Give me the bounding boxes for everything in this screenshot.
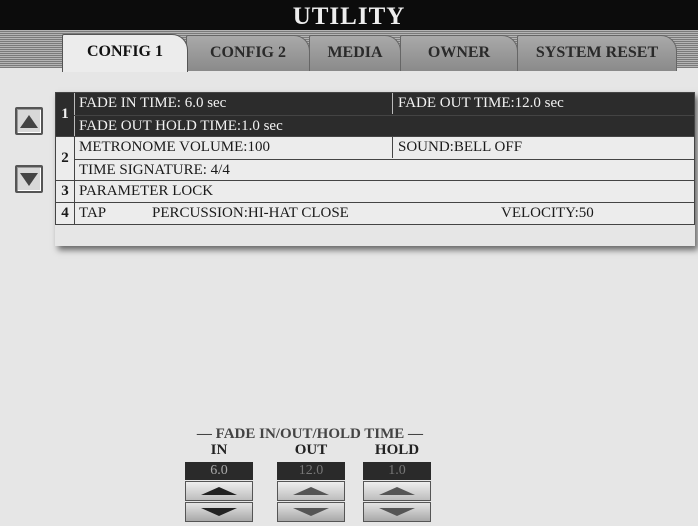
fade-panel-title: — FADE IN/OUT/HOLD TIME —	[196, 426, 424, 442]
tap-velocity: VELOCITY:50	[501, 205, 594, 221]
screen-title: UTILITY	[0, 0, 698, 30]
fade-in-up-button[interactable]	[185, 481, 253, 501]
fade-out-time: FADE OUT TIME:12.0 sec	[392, 93, 564, 114]
fade-in-down-button[interactable]	[185, 502, 253, 522]
fade-hold-down-button[interactable]	[363, 502, 431, 522]
scroll-down-button[interactable]	[15, 165, 43, 193]
arrow-down-icon	[379, 508, 415, 516]
fade-out-control: OUT 12.0	[277, 442, 345, 522]
parameter-lock-row[interactable]: PARAMETER LOCK	[74, 181, 694, 202]
fade-out-down-button[interactable]	[277, 502, 345, 522]
tab-config-2[interactable]: CONFIG 2	[186, 35, 310, 71]
fade-out-label: OUT	[294, 442, 328, 458]
tab-system-reset[interactable]: SYSTEM RESET	[517, 35, 677, 71]
list-group-1[interactable]: 1 FADE IN TIME: 6.0 sec FADE OUT TIME:12…	[55, 92, 695, 137]
triangle-down-icon	[20, 172, 38, 186]
metronome-row[interactable]: METRONOME VOLUME:100 SOUND:BELL OFF	[74, 137, 694, 158]
tab-config-1[interactable]: CONFIG 1	[62, 34, 188, 72]
group-number: 2	[56, 137, 75, 180]
list-group-2[interactable]: 2 METRONOME VOLUME:100 SOUND:BELL OFF TI…	[55, 136, 695, 181]
arrow-down-icon	[201, 508, 237, 516]
group-number: 3	[56, 181, 75, 202]
tap-percussion: PERCUSSION:HI-HAT CLOSE	[152, 205, 349, 221]
arrow-up-icon	[293, 487, 329, 495]
fade-hold-up-button[interactable]	[363, 481, 431, 501]
fade-out-value: 12.0	[277, 462, 345, 480]
fade-time-panel: — FADE IN/OUT/HOLD TIME — IN 6.0 OUT 12.…	[165, 426, 465, 526]
metronome-volume: METRONOME VOLUME:100	[79, 139, 270, 155]
arrow-up-icon	[379, 487, 415, 495]
fade-out-up-button[interactable]	[277, 481, 345, 501]
tap-row[interactable]: TAP PERCUSSION:HI-HAT CLOSE VELOCITY:50	[74, 203, 694, 224]
arrow-up-icon	[201, 487, 237, 495]
fade-hold-label: HOLD	[374, 442, 420, 458]
fade-in-time: FADE IN TIME: 6.0 sec	[79, 95, 227, 111]
metronome-sound: SOUND:BELL OFF	[392, 137, 522, 158]
fade-out-hold-time-row[interactable]: FADE OUT HOLD TIME:1.0 sec	[74, 115, 694, 136]
tab-owner[interactable]: OWNER	[400, 35, 518, 71]
group-number: 1	[56, 93, 75, 136]
fade-hold-control: HOLD 1.0	[363, 442, 431, 522]
tap-label: TAP	[79, 205, 107, 221]
parameter-list: 1 FADE IN TIME: 6.0 sec FADE OUT TIME:12…	[55, 92, 695, 246]
fade-in-value: 6.0	[185, 462, 253, 480]
time-signature-row[interactable]: TIME SIGNATURE: 4/4	[74, 159, 694, 180]
fade-in-label: IN	[210, 442, 228, 458]
triangle-up-icon	[20, 114, 38, 128]
fade-times-row[interactable]: FADE IN TIME: 6.0 sec FADE OUT TIME:12.0…	[74, 93, 694, 114]
scroll-up-button[interactable]	[15, 107, 43, 135]
tab-media[interactable]: MEDIA	[309, 35, 401, 71]
list-group-4[interactable]: 4 TAP PERCUSSION:HI-HAT CLOSE VELOCITY:5…	[55, 202, 695, 225]
group-number: 4	[56, 203, 75, 224]
arrow-down-icon	[293, 508, 329, 516]
fade-in-control: IN 6.0	[185, 442, 253, 522]
fade-hold-value: 1.0	[363, 462, 431, 480]
list-group-3[interactable]: 3 PARAMETER LOCK	[55, 180, 695, 203]
